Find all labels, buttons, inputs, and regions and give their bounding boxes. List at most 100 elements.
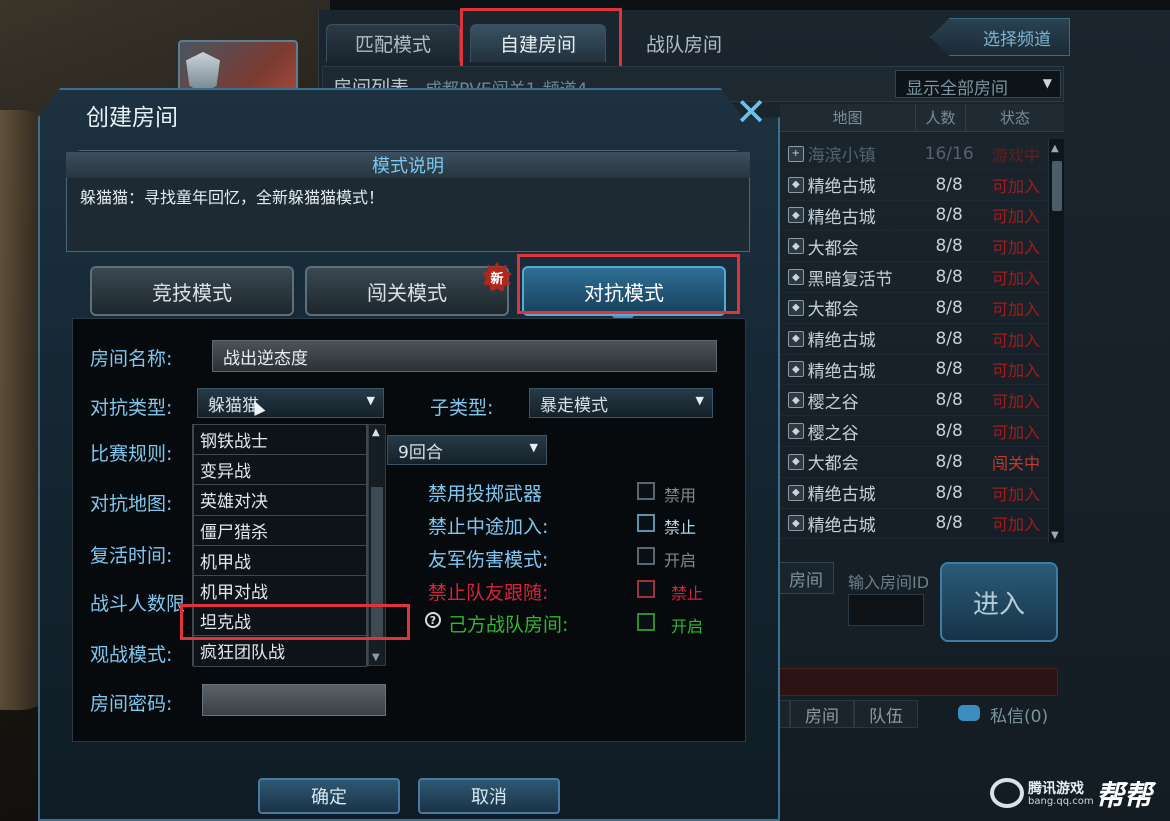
watermark-brand: 腾讯游戏 <box>1028 781 1084 797</box>
row-count: 8/8 <box>935 174 963 195</box>
chevron-down-icon: ▼ <box>529 441 538 454</box>
no-midjoin-checkbox[interactable] <box>637 514 655 532</box>
chat-tab-room[interactable]: 房间 <box>790 700 854 728</box>
enter-button[interactable]: 进入 <box>940 562 1058 642</box>
row-count: 8/8 <box>935 267 963 288</box>
scroll-up-icon[interactable]: ▲ <box>1051 143 1059 154</box>
mode-description-text: 躲猫猫：寻找童年回忆，全新躲猫猫模式！ <box>80 188 385 207</box>
table-row[interactable]: ◆ 精绝古城 8/8 可加入 <box>780 201 1050 232</box>
table-row[interactable]: ◆ 大都会 8/8 可加入 <box>780 293 1050 324</box>
dropdown-option-mutation[interactable]: 变异战 <box>193 455 367 486</box>
tab-match-mode[interactable]: 匹配模式 <box>326 24 460 62</box>
confirm-button[interactable]: 确定 <box>258 778 400 814</box>
dropdown-option-mecha-battle[interactable]: 机甲对战 <box>193 575 367 607</box>
row-count: 8/8 <box>935 513 963 534</box>
row-status: 可加入 <box>992 361 1041 381</box>
dropdown-option-hero-duel[interactable]: 英雄对决 <box>193 485 367 516</box>
row-count: 8/8 <box>935 236 963 257</box>
notice-strip <box>770 668 1058 696</box>
label-room-name: 房间名称: <box>90 348 173 370</box>
row-count: 8/8 <box>935 297 963 318</box>
chat-bubble-icon <box>958 705 980 721</box>
label-revive-time: 复活时间: <box>90 545 173 567</box>
watermark-site: bang.qq.com <box>1028 796 1094 807</box>
chevron-down-icon: ▼ <box>695 394 704 407</box>
dropdown-option-mecha-war[interactable]: 机甲战 <box>193 545 367 576</box>
label-room-password: 房间密码: <box>90 693 173 715</box>
shield-icon: ◆ <box>788 392 804 409</box>
row-count: 8/8 <box>935 390 963 411</box>
tencent-logo-icon <box>990 778 1024 808</box>
tab-competitive-mode[interactable]: 竞技模式 <box>90 266 294 316</box>
room-id-input[interactable] <box>848 594 924 626</box>
match-type-select[interactable]: 躲猫猫 ▼ <box>197 388 384 418</box>
scroll-thumb[interactable] <box>1052 161 1062 211</box>
room-id-label: 输入房间ID <box>848 573 930 592</box>
scroll-up-icon[interactable]: ▲ <box>372 427 380 438</box>
sub-type-select[interactable]: 暴走模式 ▼ <box>529 388 713 418</box>
table-row[interactable]: ◆ 樱之谷 8/8 可加入 <box>780 385 1050 417</box>
shield-icon: ◆ <box>788 299 804 316</box>
close-icon[interactable]: ✕ <box>726 90 776 134</box>
row-map: 樱之谷 <box>807 392 859 413</box>
private-message-button[interactable]: 私信(0) <box>990 702 1048 727</box>
row-status: 可加入 <box>992 238 1041 258</box>
highlight-versus-tab <box>517 254 740 314</box>
room-name-input[interactable]: 战出逆态度 <box>212 340 717 372</box>
select-channel-button[interactable]: 选择频道 <box>930 18 1070 56</box>
scroll-down-icon[interactable]: ▼ <box>1051 530 1059 541</box>
column-status[interactable]: 状态 <box>966 104 1064 131</box>
room-filter-value: 显示全部房间 <box>906 79 1008 99</box>
rounds-select[interactable]: 9回合 ▼ <box>387 435 547 465</box>
no-throwables-checkbox[interactable] <box>637 482 655 500</box>
label-match-type: 对抗类型: <box>90 397 173 419</box>
dropdown-option-zombie-hunt[interactable]: 僵尸猎杀 <box>193 515 367 546</box>
row-status: 可加入 <box>992 176 1041 196</box>
column-count[interactable]: 人数 <box>916 104 966 131</box>
row-count: 8/8 <box>935 482 963 503</box>
table-row[interactable]: ◆ 精绝古城 8/8 可加入 <box>780 324 1050 355</box>
room-filter-select[interactable]: 显示全部房间 ▼ <box>895 70 1061 99</box>
row-map: 精绝古城 <box>807 331 876 352</box>
label-no-throwables: 禁用投掷武器 <box>428 483 543 505</box>
highlight-tank-war-option <box>180 604 410 640</box>
help-icon[interactable]: ? <box>425 612 441 628</box>
table-row[interactable]: ◆ 黑暗复活节 8/8 可加入 <box>780 262 1050 293</box>
room-password-input[interactable] <box>202 684 386 716</box>
no-follow-checkbox[interactable] <box>637 580 655 598</box>
row-status: 可加入 <box>992 299 1041 319</box>
table-row[interactable]: ◆ 大都会 8/8 闯关中 <box>780 447 1050 478</box>
dropdown-option-crazy-team[interactable]: 疯狂团队战 <box>193 636 367 667</box>
chat-tab-team[interactable]: 队伍 <box>854 700 918 728</box>
table-row[interactable]: ◆ 精绝古城 8/8 可加入 <box>780 355 1050 386</box>
label-map: 对抗地图: <box>90 493 173 515</box>
row-status: 可加入 <box>992 330 1041 350</box>
shield-icon: ◆ <box>788 361 804 378</box>
table-row[interactable]: ◆ 精绝古城 8/8 可加入 <box>780 170 1050 201</box>
row-status: 可加入 <box>992 207 1041 227</box>
row-status: 可加入 <box>992 392 1041 412</box>
column-map[interactable]: 地图 <box>780 104 916 131</box>
room-button[interactable]: 房间 <box>778 562 834 594</box>
table-row[interactable]: ◆ 樱之谷 8/8 可加入 <box>780 416 1050 447</box>
shield-icon: ◆ <box>788 207 804 224</box>
scroll-down-icon[interactable]: ▼ <box>372 652 380 663</box>
no-midjoin-check-label: 禁止 <box>664 518 697 537</box>
row-status: 可加入 <box>992 484 1041 504</box>
room-list-scrollbar[interactable]: ▲ ▼ <box>1048 139 1064 543</box>
row-map: 大都会 <box>807 238 859 259</box>
tab-challenge-mode[interactable]: 闯关模式 <box>305 266 509 316</box>
table-row[interactable]: ◆ 精绝古城 8/8 可加入 <box>780 478 1050 509</box>
chevron-down-icon: ▼ <box>1042 76 1052 90</box>
tab-clan-room[interactable]: 战队房间 <box>616 24 752 62</box>
cancel-button[interactable]: 取消 <box>418 778 560 814</box>
row-count: 8/8 <box>935 451 963 472</box>
dropdown-option-steel-warrior[interactable]: 钢铁战士 <box>193 425 367 456</box>
clan-room-checkbox[interactable] <box>637 613 655 631</box>
friendly-fire-checkbox[interactable] <box>637 547 655 565</box>
table-row[interactable]: ◆ 大都会 8/8 可加入 <box>780 231 1050 263</box>
table-row[interactable]: ◆ 精绝古城 8/8 可加入 <box>780 509 1050 540</box>
row-status: 游戏中 <box>992 145 1041 165</box>
row-map: 大都会 <box>807 454 859 475</box>
table-row[interactable]: + 海滨小镇 16/16 游戏中 <box>780 139 1050 170</box>
